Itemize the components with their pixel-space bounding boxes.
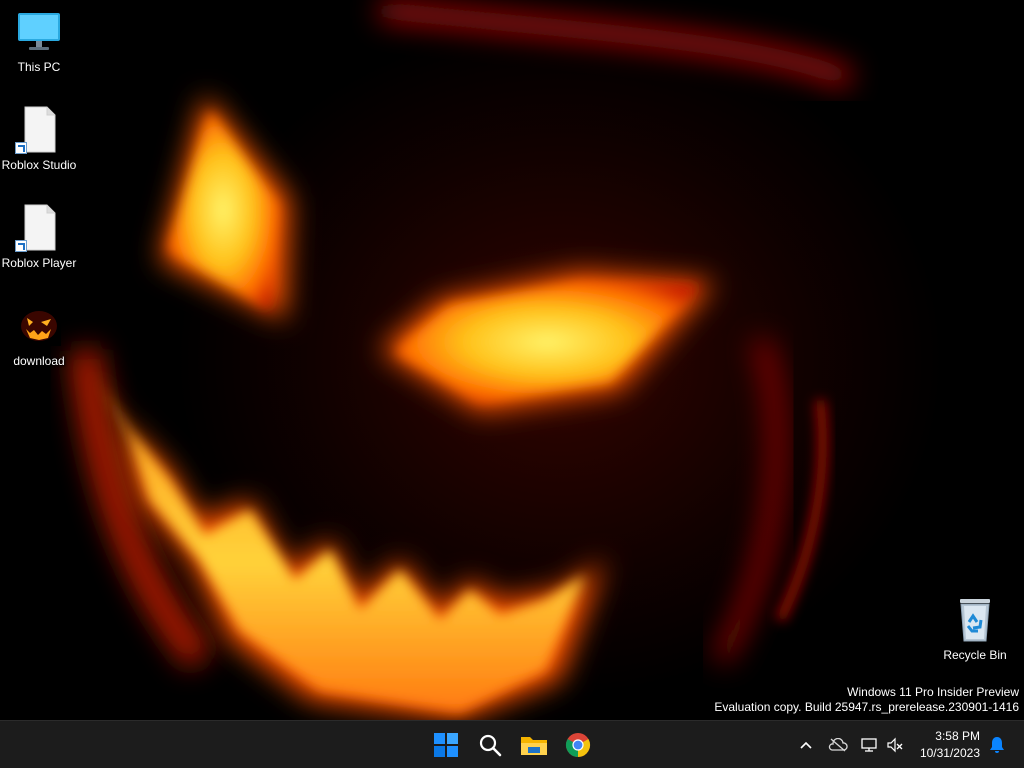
desktop-icon-roblox-player[interactable]: Roblox Player — [1, 204, 77, 270]
desktop-icon-label: Recycle Bin — [943, 648, 1007, 662]
chrome-button[interactable] — [558, 725, 598, 765]
network-disconnected-icon — [861, 738, 877, 752]
desktop-icon-this-pc[interactable]: This PC — [1, 8, 77, 74]
blank-file-shortcut-icon — [15, 204, 63, 252]
desktop-icon-download[interactable]: download — [1, 302, 77, 368]
notification-center-button[interactable] — [986, 721, 1008, 768]
onedrive-offline-icon — [828, 738, 848, 752]
watermark-edition: Windows 11 Pro Insider Preview — [847, 685, 1019, 699]
desktop-wallpaper — [0, 0, 1024, 720]
volume-tray-icon[interactable] — [884, 721, 906, 768]
windows-logo-icon — [434, 733, 458, 757]
desktop-icon-label: Roblox Studio — [1, 158, 77, 172]
monitor-icon — [15, 8, 63, 56]
watermark-build: Evaluation copy. Build 25947.rs_prerelea… — [714, 700, 1019, 714]
notification-bell-icon — [990, 737, 1004, 753]
start-button[interactable] — [426, 725, 466, 765]
folder-icon — [521, 737, 547, 755]
chrome-icon — [565, 733, 591, 757]
recycle-bin-icon — [951, 596, 999, 644]
shortcut-arrow-icon — [15, 240, 27, 252]
taskbar-clock[interactable]: 3:58 PM 10/31/2023 — [920, 728, 980, 762]
desktop-icon-recycle-bin[interactable]: Recycle Bin — [937, 596, 1013, 662]
windows-evaluation-watermark: Windows 11 Pro Insider Preview Evaluatio… — [714, 685, 1019, 715]
desktop-icon-label: This PC — [17, 60, 61, 74]
volume-muted-icon — [887, 737, 903, 753]
blank-file-shortcut-icon — [15, 106, 63, 154]
search-icon — [479, 734, 502, 757]
taskbar: 3:58 PM 10/31/2023 — [0, 720, 1024, 768]
shortcut-arrow-icon — [15, 142, 27, 154]
jack-o-lantern-image-icon — [15, 302, 63, 350]
search-button[interactable] — [470, 725, 510, 765]
clock-time: 3:58 PM — [935, 729, 980, 743]
onedrive-tray-icon[interactable] — [826, 721, 850, 768]
desktop-icon-label: download — [13, 354, 65, 368]
file-explorer-button[interactable] — [514, 725, 554, 765]
jack-o-lantern-artwork — [70, 0, 855, 720]
desktop-icon-roblox-studio[interactable]: Roblox Studio — [1, 106, 77, 172]
desktop-icon-label: Roblox Player — [1, 256, 77, 270]
show-hidden-icons-button[interactable] — [795, 721, 817, 768]
chevron-up-icon — [800, 741, 812, 749]
clock-date: 10/31/2023 — [919, 746, 980, 760]
network-tray-icon[interactable] — [858, 721, 880, 768]
